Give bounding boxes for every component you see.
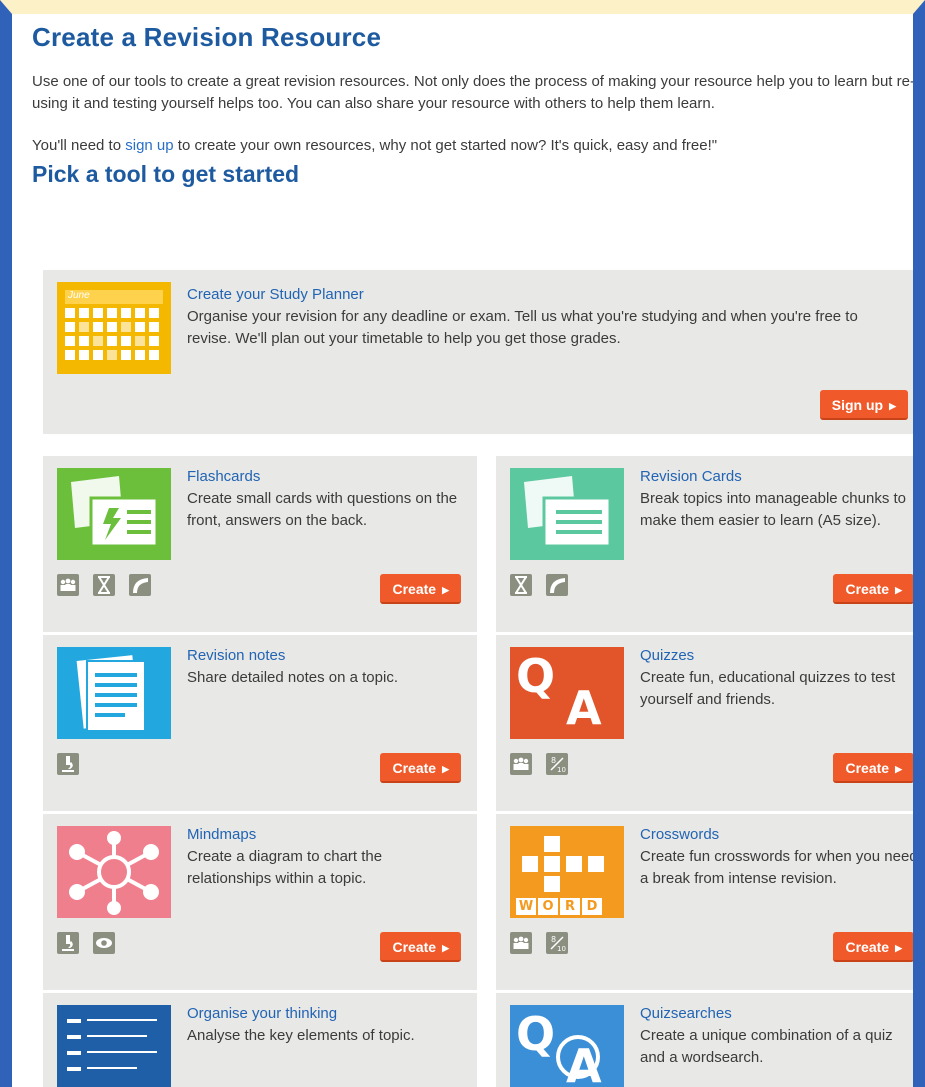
quizsearches-title[interactable]: Quizsearches <box>640 1005 732 1022</box>
page-frame: Create a Revision Resource Use one of ou… <box>0 0 925 1087</box>
revision-notes-title[interactable]: Revision notes <box>187 647 285 664</box>
quizsearches-icon: QA <box>510 1005 624 1087</box>
quizsearches-desc: Create a unique combination of a quiz an… <box>640 1027 893 1066</box>
revision-cards-icon <box>510 468 624 560</box>
quiz-q-letter: Q <box>516 1007 556 1061</box>
hourglass-icon <box>93 574 115 596</box>
microscope-icon <box>57 753 79 775</box>
create-button-label: Create <box>392 939 437 955</box>
revision-notes-card: Revision notes Share detailed notes on a … <box>43 635 477 811</box>
hourglass-icon <box>510 574 532 596</box>
revision-notes-icon <box>57 647 171 739</box>
arrow-right-icon: ▶ <box>889 401 896 412</box>
page-title: Create a Revision Resource <box>32 22 382 52</box>
create-button-label: Create <box>845 581 890 597</box>
main-content: Create a Revision Resource Use one of ou… <box>32 14 915 1087</box>
crosswords-icon: WORD <box>510 826 624 918</box>
calendar-month-label: June <box>68 290 90 301</box>
crosswords-desc: Create fun crosswords for when you need … <box>640 848 918 887</box>
intro-text: Use one of our tools to create a great r… <box>32 73 915 112</box>
score-icon: 8 10 <box>546 932 568 954</box>
svg-text:8: 8 <box>551 935 556 944</box>
svg-text:10: 10 <box>557 766 566 774</box>
arrow-right-icon: ▶ <box>895 764 902 775</box>
create-button-label: Create <box>845 939 890 955</box>
quiz-q-letter: Q <box>516 649 556 703</box>
create-button-label: Create <box>392 581 437 597</box>
quizzes-card: Q A Quizzes Create fun, educational quizzes… <box>496 635 913 811</box>
create-button-label: Create <box>845 760 890 776</box>
planner-desc: Organise your revision for any deadline … <box>187 308 858 347</box>
calendar-icon: June <box>57 282 171 374</box>
flashcards-desc: Create small cards with questions on the… <box>187 490 458 529</box>
curve-icon <box>129 574 151 596</box>
crosswords-create-button[interactable]: Create ▶ <box>833 932 913 962</box>
quiz-a-letter: A <box>566 681 602 735</box>
quizzes-desc: Create fun, educational quizzes to test … <box>640 669 896 708</box>
eye-icon <box>93 932 115 954</box>
sign-up-button[interactable]: Sign up ▶ <box>819 390 908 420</box>
people-icon <box>510 932 532 954</box>
flashcards-create-button[interactable]: Create ▶ <box>380 574 461 604</box>
signup-post: to create your own resources, why not ge… <box>173 137 718 154</box>
arrow-right-icon: ▶ <box>442 764 449 775</box>
revision-notes-desc: Share detailed notes on a topic. <box>187 669 398 686</box>
planner-title[interactable]: Create your Study Planner <box>187 286 364 303</box>
mindmaps-desc: Create a diagram to chart the relationsh… <box>187 848 383 887</box>
revision-cards-card: Revision Cards Break topics into manageab… <box>496 456 913 632</box>
flashcards-card: Flashcards Create small cards with questi… <box>43 456 477 632</box>
signup-text: You'll need to sign up to create your ow… <box>32 135 913 157</box>
flashcards-title[interactable]: Flashcards <box>187 468 260 485</box>
svg-text:10: 10 <box>557 945 566 953</box>
svg-text:8: 8 <box>551 756 556 765</box>
microscope-icon <box>57 932 79 954</box>
revision-cards-desc: Break topics into manageable chunks to m… <box>640 490 906 529</box>
quizzes-title[interactable]: Quizzes <box>640 647 694 664</box>
revision-notes-create-button[interactable]: Create ▶ <box>380 753 461 783</box>
organise-thinking-icon <box>57 1005 171 1087</box>
study-planner-card: June Create your Study Planner Organise … <box>43 270 913 434</box>
flashcards-icon <box>57 468 171 560</box>
sign-up-button-label: Sign up <box>831 397 884 413</box>
crosswords-title[interactable]: Crosswords <box>640 826 719 843</box>
score-icon: 8 10 <box>546 753 568 775</box>
organise-thinking-title[interactable]: Organise your thinking <box>187 1005 337 1022</box>
revision-cards-title[interactable]: Revision Cards <box>640 468 742 485</box>
arrow-right-icon: ▶ <box>895 585 902 596</box>
arrow-right-icon: ▶ <box>442 943 449 954</box>
people-icon <box>510 753 532 775</box>
quiz-a-letter: A <box>566 1039 602 1087</box>
sign-up-link[interactable]: sign up <box>125 137 173 154</box>
quizsearches-card: Q A Quizsearches Create a unique combinatio… <box>496 993 913 1087</box>
people-icon <box>57 574 79 596</box>
mindmaps-title[interactable]: Mindmaps <box>187 826 256 843</box>
arrow-right-icon: ▶ <box>442 585 449 596</box>
quizzes-create-button[interactable]: Create ▶ <box>833 753 913 783</box>
revision-cards-create-button[interactable]: Create ▶ <box>833 574 913 604</box>
mindmaps-card: Mindmaps Create a diagram to chart the re… <box>43 814 477 990</box>
mindmaps-icon <box>57 826 171 918</box>
mindmaps-create-button[interactable]: Create ▶ <box>380 932 461 962</box>
organise-thinking-card: Organise your thinking Analyse the key el… <box>43 993 477 1087</box>
organise-thinking-desc: Analyse the key elements of topic. <box>187 1027 415 1044</box>
create-button-label: Create <box>392 760 437 776</box>
crosswords-card: W O R D Crosswords Create fun crosswords for … <box>496 814 918 990</box>
pick-tool-heading: Pick a tool to get started <box>32 161 300 187</box>
signup-pre: You'll need to <box>32 137 126 154</box>
arrow-right-icon: ▶ <box>895 943 902 954</box>
curve-icon <box>546 574 568 596</box>
quizzes-icon: QA <box>510 647 624 739</box>
